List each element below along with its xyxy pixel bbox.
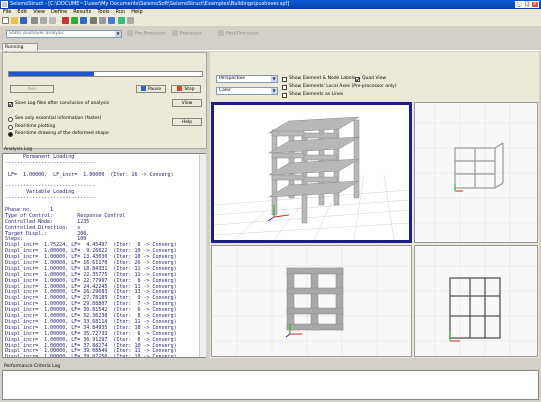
help-button[interactable]: Help — [172, 118, 202, 126]
analysis-type-combo[interactable]: Static pushover analysis ▼ — [6, 30, 122, 38]
stop-icon[interactable] — [99, 17, 106, 24]
show-lines-label: Show Elements as Lines — [289, 92, 344, 97]
about-icon[interactable] — [127, 17, 134, 24]
log-line: Displ_incr= 1.00000, LF= 39.97250 (Iter:… — [5, 354, 177, 358]
paste-icon[interactable] — [49, 17, 56, 24]
chevron-down-icon: ▼ — [271, 88, 277, 94]
stop-label: Stop — [184, 87, 195, 92]
help-icon[interactable] — [108, 17, 115, 24]
tools-icon[interactable] — [90, 17, 97, 24]
viewport-front[interactable] — [414, 245, 538, 357]
performance-criteria-log[interactable] — [2, 370, 539, 400]
viewport-3d[interactable] — [414, 102, 538, 243]
analysis-type-value: Static pushover analysis — [9, 31, 64, 36]
tab-running-analysis[interactable]: Running Analysis — [2, 43, 38, 57]
preprocessor-button[interactable]: Pre-Processor — [127, 30, 165, 38]
app-icon — [1, 1, 8, 8]
postprocessor-icon[interactable] — [80, 17, 87, 24]
chevron-down-icon: ▼ — [115, 31, 121, 37]
show-local-axes-checkbox[interactable] — [282, 85, 287, 90]
coloring-value: Color — [219, 88, 231, 93]
option-deformed-shape-label: Real-time drawing of the deformed shape — [15, 131, 109, 136]
analysis-progress-bar — [8, 71, 203, 77]
cut-icon[interactable] — [31, 17, 38, 24]
view-log-button[interactable]: View — [172, 99, 202, 107]
new-file-icon[interactable] — [2, 17, 9, 24]
menu-item-results[interactable]: Results — [73, 9, 91, 15]
save-log-checkbox[interactable] — [8, 102, 13, 107]
postprocessor-button-icon — [218, 30, 224, 36]
option-essential-radio[interactable] — [8, 117, 13, 122]
option-realtime-plot-radio[interactable] — [8, 125, 13, 130]
run-button[interactable]: Run — [10, 85, 54, 93]
analysis-log[interactable]: Permanent Loading -----------------------… — [2, 153, 206, 358]
close-icon[interactable]: × — [531, 1, 539, 8]
run-label: Run — [27, 87, 37, 92]
menu-item-tools[interactable]: Tools — [97, 9, 109, 15]
quad-view-checkbox[interactable] — [355, 77, 360, 82]
option-deformed-shape-radio[interactable] — [8, 132, 13, 137]
maximize-icon[interactable]: □ — [523, 1, 531, 8]
menu-bar: File Edit View Define Results Tools Run Help — [0, 9, 541, 16]
open-folder-icon[interactable] — [11, 17, 18, 24]
stop-button[interactable]: Stop — [171, 85, 201, 93]
pause-icon — [140, 86, 146, 91]
option-realtime-plot-label: Real-time plotting — [15, 124, 56, 129]
menu-item-edit[interactable]: Edit — [17, 9, 27, 15]
option-essential-label: See only essential information (faster) — [15, 116, 102, 121]
window-title: SeismoStruct - [C:\DOCUME~1\user\My Docu… — [10, 1, 290, 7]
preprocessor-label: Pre-Processor — [135, 31, 166, 37]
processor-button[interactable]: Processor — [172, 30, 202, 38]
viewport-side[interactable] — [211, 245, 412, 357]
performance-log-title: Performance Criteria Log — [4, 364, 61, 369]
quad-view-label: Quad View — [362, 76, 387, 81]
progress-fill — [9, 72, 94, 76]
preprocessor-button-icon — [127, 30, 133, 36]
postprocessor-label: Post-Processor — [226, 31, 259, 37]
minimize-icon[interactable]: _ — [515, 1, 523, 8]
menu-item-define[interactable]: Define — [51, 9, 67, 15]
coloring-combo[interactable]: Color ▼ — [216, 87, 278, 95]
tab-strip — [0, 41, 541, 51]
log-scrollbar[interactable] — [199, 154, 206, 357]
menu-item-help[interactable]: Help — [131, 9, 142, 15]
save-log-label: Save Log files after conclusion of analy… — [15, 101, 109, 106]
postprocessor-button[interactable]: Post-Processor — [218, 30, 259, 38]
stop-icon — [177, 86, 183, 91]
log-line: LF= 1.00000, LF_incr= 1.00000 (Iter: 16 … — [5, 171, 174, 178]
copy-icon[interactable] — [40, 17, 47, 24]
menu-item-file[interactable]: File — [3, 9, 11, 15]
show-local-axes-label: Show Elements' Local Axes (Pre-processor… — [289, 84, 397, 89]
help-label: Help — [181, 120, 193, 125]
show-labels-checkbox[interactable] — [282, 77, 287, 82]
show-labels-label: Show Element & Node Labels — [289, 76, 356, 81]
pause-button[interactable]: Pause — [136, 85, 166, 93]
viewport-perspective[interactable] — [211, 102, 412, 243]
pause-label: Pause — [147, 87, 162, 92]
processor-button-icon — [172, 30, 178, 36]
chevron-down-icon: ▼ — [271, 76, 277, 82]
projection-combo[interactable]: Perspective ▼ — [216, 75, 278, 83]
title-bar: SeismoStruct - [C:\DOCUME~1\user\My Docu… — [0, 0, 541, 9]
menu-item-run[interactable]: Run — [116, 9, 126, 15]
show-lines-checkbox[interactable] — [282, 93, 287, 98]
web-icon[interactable] — [118, 17, 125, 24]
view-label: View — [181, 101, 193, 106]
menu-item-view[interactable]: View — [33, 9, 45, 15]
processor-label: Processor — [180, 31, 202, 37]
preprocessor-icon[interactable] — [62, 17, 69, 24]
save-icon[interactable] — [20, 17, 27, 24]
projection-value: Perspective — [219, 76, 246, 81]
processor-icon[interactable] — [71, 17, 78, 24]
